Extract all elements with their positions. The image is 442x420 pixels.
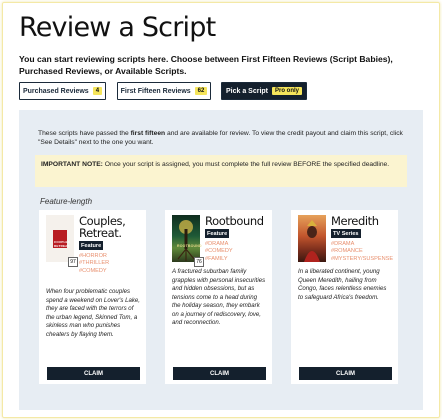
genre-tags: #DRAMA #COMEDY #FAMILY [205, 241, 233, 262]
script-title: Rootbound [205, 214, 264, 228]
type-badge: Feature [205, 229, 230, 238]
tab-purchased-reviews[interactable]: Purchased Reviews 4 [19, 82, 106, 100]
script-cover-image: COUPLES RETREAT [46, 215, 74, 262]
script-logline: In a liberated continent, young Queen Me… [298, 268, 387, 301]
script-cover-image: ROOTBOUND [172, 215, 202, 262]
page-count-icon: 97 [68, 257, 78, 267]
script-logline: A fractured suburban family grapples wit… [172, 268, 266, 326]
page-count-icon: 76 [194, 257, 204, 267]
tab-label: First Fifteen Reviews [120, 87, 191, 95]
script-card: ROOTBOUND 76 Rootbound Feature #DRAMA #C… [165, 210, 272, 384]
important-note: IMPORTANT NOTE: Once your script is assi… [35, 155, 407, 187]
script-logline: When four problematic couples spend a we… [46, 288, 140, 338]
count-badge: 4 [92, 87, 103, 95]
tab-label: Purchased Reviews [22, 87, 89, 95]
claim-button[interactable]: CLAIM [47, 367, 140, 380]
available-scripts-panel: These scripts have passed the first fift… [19, 110, 423, 410]
script-title: Couples, Retreat. [79, 214, 126, 240]
script-card: Meredith TV Series #DRAMA #ROMANCE #MYST… [291, 210, 398, 384]
tab-first-fifteen-reviews[interactable]: First Fifteen Reviews 62 [117, 82, 211, 100]
page-title: Review a Script [19, 12, 216, 43]
count-badge: 62 [194, 87, 208, 95]
tab-label: Pick a Script [225, 87, 268, 95]
claim-button[interactable]: CLAIM [299, 367, 392, 380]
pro-only-badge: Pro only [272, 87, 303, 95]
page-intro: You can start reviewing scripts here. Ch… [19, 54, 393, 76]
tab-pick-a-script[interactable]: Pick a Script Pro only [221, 82, 307, 100]
type-badge: Feature [79, 241, 104, 250]
script-title: Meredith [331, 214, 379, 228]
type-badge: TV Series [331, 229, 361, 238]
genre-tags: #DRAMA #ROMANCE #MYSTERY/SUSPENSE [331, 241, 394, 262]
script-cover-image [298, 215, 326, 262]
section-label-feature-length: Feature-length [40, 197, 93, 206]
claim-button[interactable]: CLAIM [173, 367, 266, 380]
genre-tags: #HORROR #THRILLER #COMEDY [79, 253, 110, 274]
panel-instructions: These scripts have passed the first fift… [38, 130, 403, 147]
script-card: COUPLES RETREAT 97 Couples, Retreat. Fea… [39, 210, 146, 384]
